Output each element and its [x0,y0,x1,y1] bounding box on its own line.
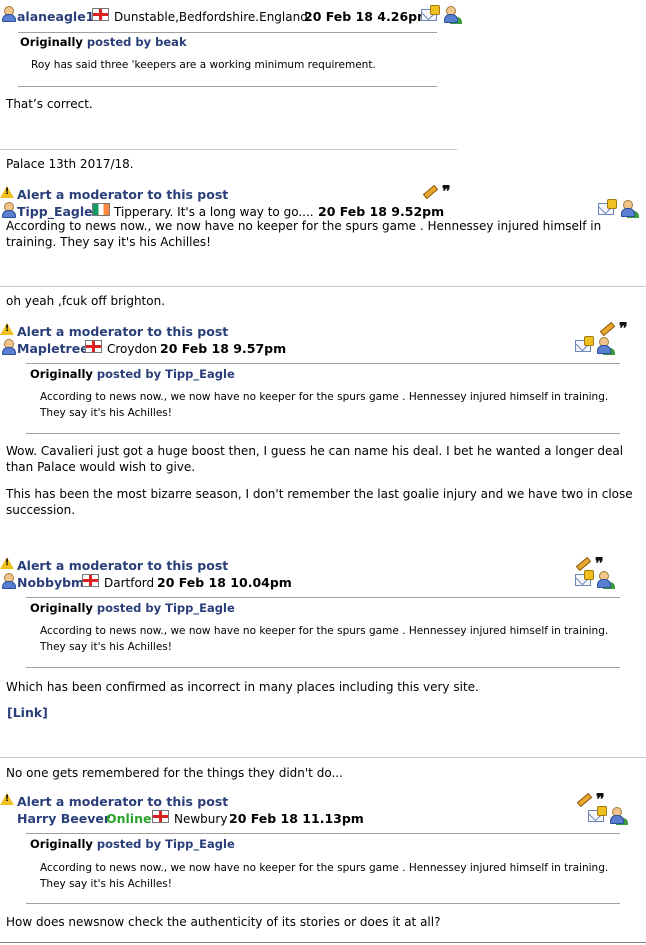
england-flag-icon [152,810,169,823]
quote-header: Originally posted by Tipp_Eagle [30,601,235,615]
england-flag-icon [82,574,99,587]
user-icon [1,573,16,589]
private-message-icon[interactable] [575,336,594,352]
alert-moderator-link[interactable]: Alert a moderator to this post [17,324,228,339]
link[interactable]: [Link] [7,705,48,720]
quote-author-link[interactable]: posted by beak [87,35,187,49]
username[interactable]: Nobbybm [17,575,84,590]
username[interactable]: Harry Beever [17,811,110,826]
quote-rule-top [26,597,620,598]
ireland-flag-icon [92,203,110,216]
profile-icon[interactable] [596,337,612,354]
post-body: Wow. Cavalieri just got a huge boost the… [6,444,624,474]
post-body: How does newsnow check the authenticity … [6,915,441,929]
location: Dunstable,Bedfordshire.England [114,10,308,24]
post-date: 20 Feb 18 10.04pm [157,575,292,590]
quote-label: Originally [30,601,93,615]
quote-rule-bottom [18,86,437,87]
quote-header: Originally posted by Tipp_Eagle [30,367,235,381]
quote-icon[interactable]: ❞ [596,792,605,808]
post-body: Which has been confirmed as incorrect in… [6,680,479,694]
post-body: That’s correct. [6,97,93,111]
england-flag-icon [85,340,102,353]
warning-icon [0,323,14,335]
alert-moderator-link[interactable]: Alert a moderator to this post [17,558,228,573]
quote-icon[interactable]: ❞ [595,556,604,572]
pencil-icon[interactable] [574,555,590,569]
profile-icon[interactable] [609,807,625,824]
signature: oh yeah ,fcuk off brighton. [6,294,166,308]
location: Croydon [107,342,158,356]
warning-icon [0,186,14,198]
online-status: Online [106,811,152,826]
post-divider [0,942,646,943]
quote-label: Originally [30,837,93,851]
quote-rule-top [26,833,620,834]
signature-divider [0,149,457,150]
quote-header: Originally posted by beak [20,35,187,49]
private-message-icon[interactable] [575,570,594,586]
warning-icon [0,557,14,569]
post-date: 20 Feb 18 9.57pm [160,341,287,356]
post-body: This has been the most bizarre season, I… [6,487,633,517]
quote-rule-bottom [26,667,620,668]
quote-rule-bottom [26,903,620,904]
user-icon [1,339,16,355]
user-icon [1,202,16,218]
location: Newbury [174,812,228,826]
quote-header: Originally posted by Tipp_Eagle [30,837,235,851]
private-message-icon[interactable] [421,5,440,21]
quote-label: Originally [20,35,83,49]
post-date: 20 Feb 18 11.13pm [229,811,364,826]
warning-icon [0,793,14,805]
pencil-icon[interactable] [575,791,591,805]
post-date: 20 Feb 18 9.52pm [318,204,445,219]
username[interactable]: Mapletree [17,341,89,356]
quote-icon[interactable]: ❞ [619,321,628,337]
quote-rule-bottom [26,433,620,434]
signature: Palace 13th 2017/18. [6,157,134,171]
alert-moderator-link[interactable]: Alert a moderator to this post [17,187,228,202]
profile-icon[interactable] [620,200,636,217]
quote-rule-top [18,32,437,33]
quote-text: According to news now., we now have no k… [40,862,609,890]
quote-author-link[interactable]: posted by Tipp_Eagle [97,601,235,615]
signature-divider [0,757,646,758]
location: Dartford [104,576,155,590]
profile-icon[interactable] [443,6,459,23]
post-date: 20 Feb 18 4.26pm [304,9,431,24]
quote-text: According to news now., we now have no k… [40,391,609,419]
location: Tipperary. It's a long way to go.... [114,205,314,219]
alert-moderator-link[interactable]: Alert a moderator to this post [17,794,228,809]
post-body: According to news now., we now have no k… [6,219,602,249]
quote-text: According to news now., we now have no k… [40,625,609,653]
quote-icon[interactable]: ❞ [442,184,451,200]
pencil-icon[interactable] [598,320,614,334]
quote-rule-top [26,363,620,364]
quote-label: Originally [30,367,93,381]
quote-text: Roy has said three 'keepers are a workin… [31,59,376,71]
quote-author-link[interactable]: posted by Tipp_Eagle [97,837,235,851]
private-message-icon[interactable] [598,199,617,215]
signature: No one gets remembered for the things th… [6,766,343,780]
private-message-icon[interactable] [588,806,607,822]
username[interactable]: Tipp_Eagle [17,204,93,219]
signature-divider [0,286,646,287]
username[interactable]: alaneagle1 [17,9,94,24]
profile-icon[interactable] [596,571,612,588]
pencil-icon[interactable] [421,183,437,197]
england-flag-icon [92,8,109,21]
user-icon [1,6,16,22]
quote-author-link[interactable]: posted by Tipp_Eagle [97,367,235,381]
